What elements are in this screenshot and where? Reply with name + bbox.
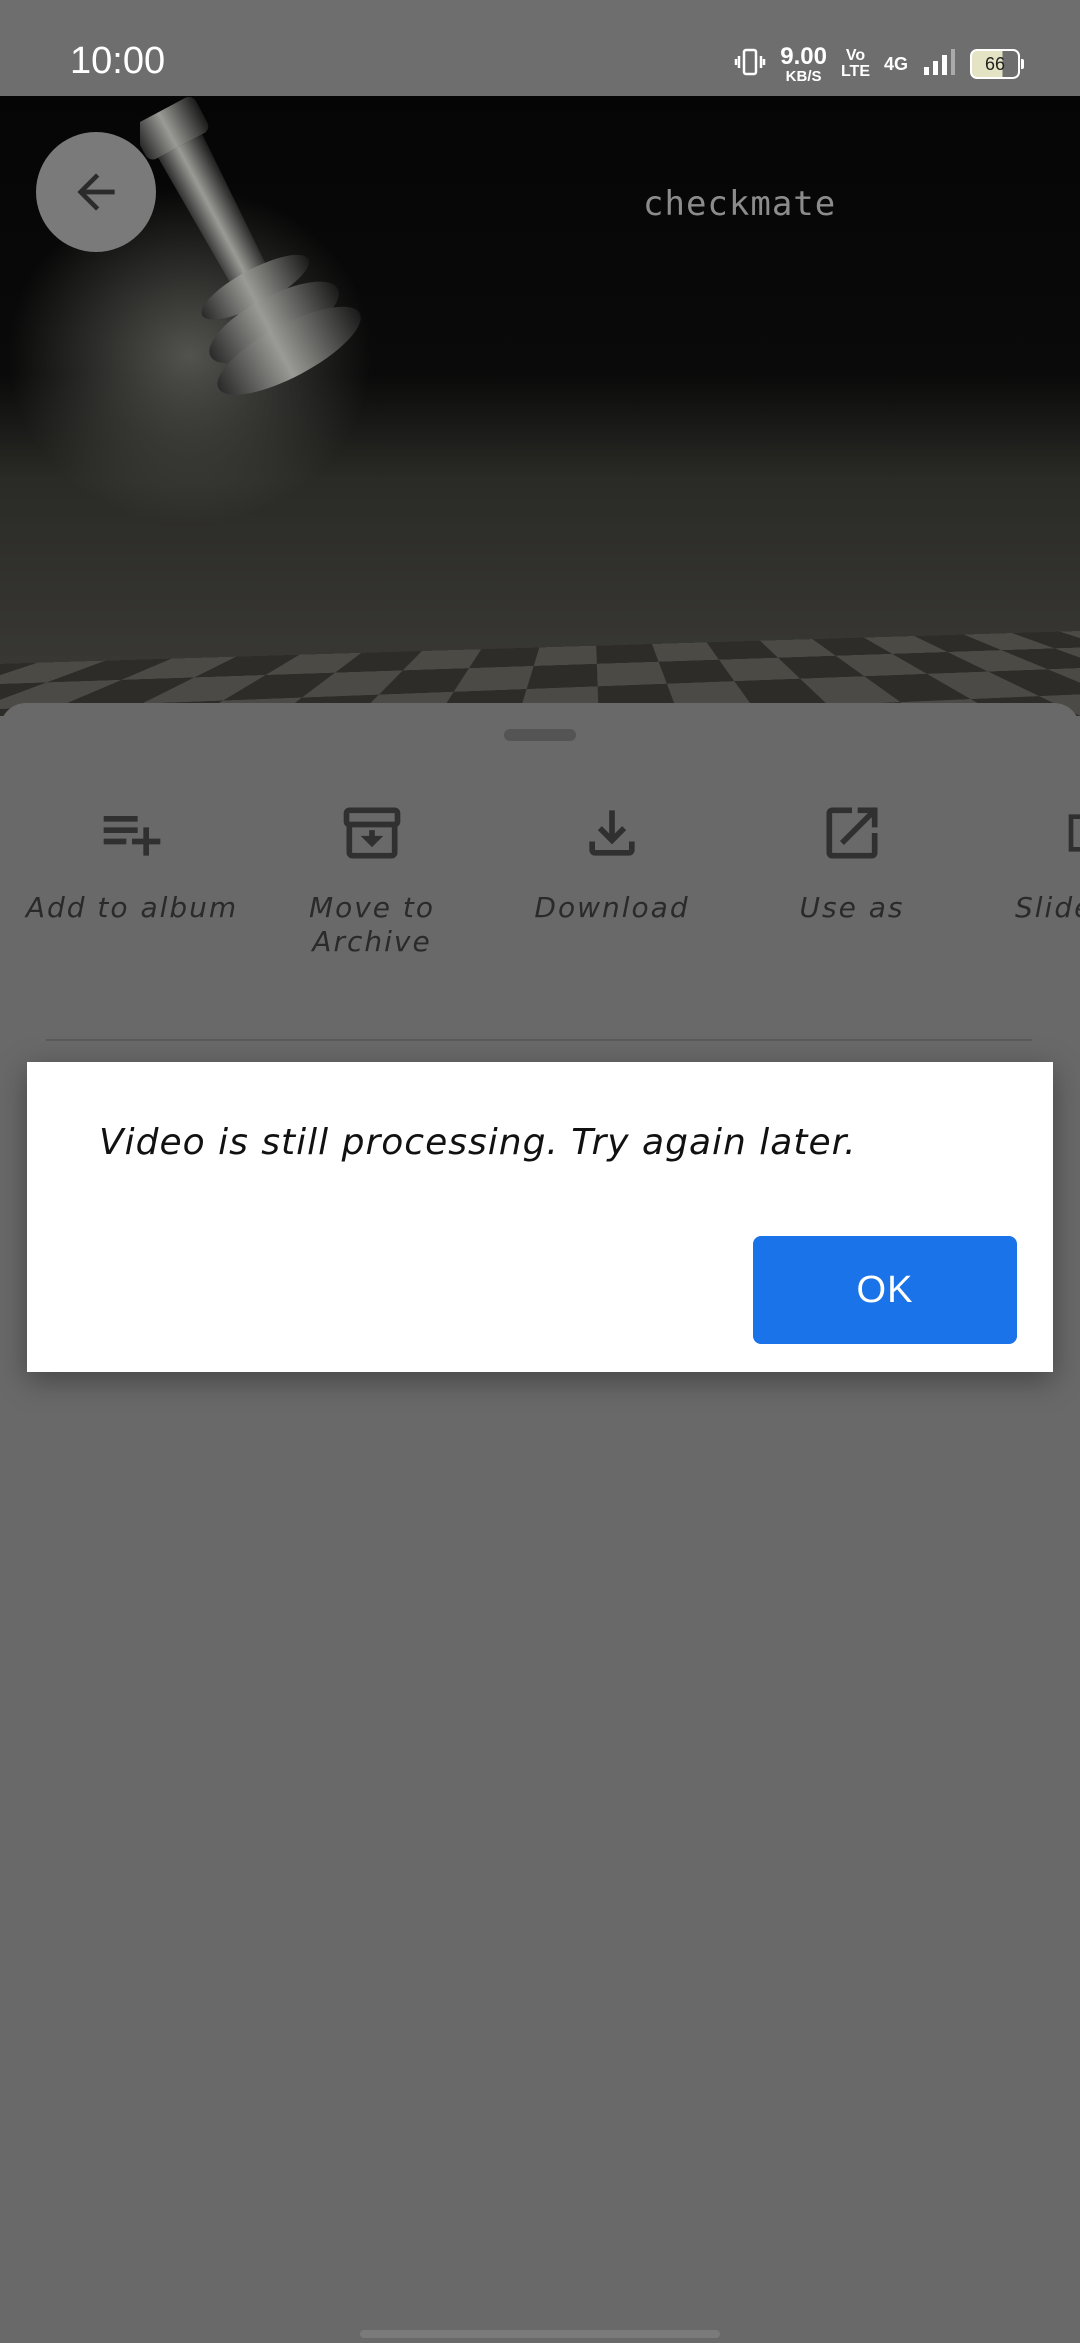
volte-top: Vo	[845, 47, 866, 64]
status-bar: 10:00 9.00 KB/S Vo LTE 4G 66	[0, 0, 1080, 96]
status-icons: 9.00 KB/S Vo LTE 4G 66	[734, 42, 1024, 85]
actions-bottom-sheet: Add to album Move to Archive Download Us…	[0, 703, 1080, 2343]
network-speed-value: 9.00	[780, 42, 827, 70]
ok-button[interactable]: OK	[753, 1236, 1017, 1344]
use-as-button[interactable]: Use as	[732, 793, 972, 925]
signal-icon	[922, 47, 956, 81]
add-to-album-button[interactable]: Add to album	[12, 793, 252, 925]
battery-level: 66	[984, 53, 1006, 74]
playlist-add-icon	[103, 816, 161, 856]
network-speed: 9.00 KB/S	[780, 42, 827, 85]
action-label: Download	[534, 891, 690, 924]
action-label: Slide	[1015, 891, 1080, 924]
status-time: 10:00	[70, 40, 166, 82]
sheet-drag-handle[interactable]	[504, 729, 576, 741]
action-label: Add to album	[25, 891, 239, 924]
slideshow-icon	[1068, 814, 1080, 852]
back-button[interactable]	[36, 132, 156, 252]
volte-bottom: LTE	[840, 63, 870, 80]
divider	[46, 1039, 1032, 1041]
slideshow-button[interactable]: Slide	[972, 793, 1080, 925]
archive-icon	[343, 807, 401, 859]
arrow-back-icon	[77, 173, 115, 211]
photo-preview[interactable]: checkmate	[0, 96, 1080, 716]
open-external-icon	[826, 807, 878, 859]
download-icon	[589, 810, 635, 856]
action-label: Move to Archive	[308, 891, 436, 958]
gesture-nav-bar[interactable]	[360, 2330, 720, 2338]
dialog-message: Video is still processing. Try again lat…	[99, 1122, 857, 1163]
network-type: 4G	[883, 53, 908, 74]
download-button[interactable]: Download	[492, 793, 732, 925]
actions-row: Add to album Move to Archive Download Us…	[0, 793, 1080, 958]
action-label: Use as	[799, 891, 905, 924]
processing-dialog: Video is still processing. Try again lat…	[27, 1062, 1053, 1372]
network-speed-unit: KB/S	[785, 67, 822, 85]
chess-king-image	[140, 96, 361, 395]
volte-indicator: Vo LTE	[841, 48, 870, 80]
move-to-archive-button[interactable]: Move to Archive	[252, 793, 492, 959]
photo-caption: checkmate	[643, 184, 837, 224]
battery-icon: 66	[970, 49, 1024, 79]
vibrate-icon	[734, 47, 766, 81]
